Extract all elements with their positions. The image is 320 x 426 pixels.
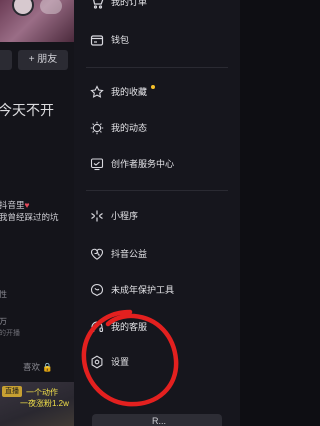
video-title-line-2: 一夜涨粉1.2w	[20, 399, 69, 408]
bio-text-1: 抖音里	[0, 200, 25, 210]
menu-item-label: 我的客服	[111, 322, 148, 332]
menu-divider	[86, 190, 228, 191]
menu-item-wallet[interactable]: 钱包	[74, 30, 240, 52]
side-drawer-menu: 我的订单 钱包 我的收藏 我的动态 创作者服务中心 小程序 抖音公益 未成年保护…	[74, 0, 240, 426]
menu-item-label: 小程序	[111, 211, 139, 221]
video-tag: 直播	[2, 386, 22, 397]
minor-protection-icon	[90, 283, 104, 297]
profile-page-backdrop[interactable]: + 朋友 今天不开 抖音里♥ 我曾经踩过的坑 性 万 的开播 喜欢 🔒 直播 一…	[0, 0, 74, 426]
menu-item-orders[interactable]: 我的订单	[74, 0, 240, 14]
menu-item-label: 我的动态	[111, 123, 148, 133]
menu-item-customer-service[interactable]: 我的客服	[74, 317, 240, 339]
menu-item-label: 我的订单	[111, 0, 148, 7]
menu-item-label: 抖音公益	[111, 249, 148, 259]
wallet-icon	[90, 33, 104, 47]
profile-bio-line-2: 我曾经踩过的坑	[0, 212, 59, 222]
mini-program-icon	[90, 209, 104, 223]
edit-profile-button	[0, 50, 12, 70]
menu-item-charity[interactable]: 抖音公益	[74, 244, 240, 266]
bottom-action-label: R...	[152, 416, 167, 426]
likes-tab-label: 喜欢	[23, 362, 41, 372]
menu-item-minor-protection[interactable]: 未成年保护工具	[74, 280, 240, 302]
settings-icon	[90, 355, 104, 369]
profile-gender-tag: 性	[0, 290, 7, 299]
menu-item-label: 钱包	[111, 35, 130, 45]
activity-icon	[90, 121, 104, 135]
menu-item-label: 我的收藏	[111, 87, 148, 97]
creator-center-icon	[90, 157, 104, 171]
menu-divider	[86, 67, 228, 68]
menu-item-settings[interactable]: 设置	[74, 352, 240, 374]
profile-menu-button	[40, 0, 62, 14]
notification-dot	[151, 85, 155, 89]
lock-icon: 🔒	[42, 362, 53, 372]
menu-item-label: 创作者服务中心	[111, 159, 175, 169]
video-thumbnail: 直播 一个动作 一夜涨粉1.2w	[0, 382, 74, 426]
menu-item-label: 设置	[111, 357, 130, 367]
menu-item-activity[interactable]: 我的动态	[74, 118, 240, 140]
menu-item-mini-programs[interactable]: 小程序	[74, 206, 240, 228]
charity-icon	[90, 247, 104, 261]
star-icon	[90, 85, 104, 99]
video-title-line-1: 一个动作	[26, 388, 58, 397]
menu-item-favorites[interactable]: 我的收藏	[74, 82, 240, 104]
heart-icon: ♥	[24, 200, 30, 210]
profile-stat-count: 万	[0, 317, 7, 326]
menu-item-label: 未成年保护工具	[111, 285, 175, 295]
menu-item-creator-center[interactable]: 创作者服务中心	[74, 154, 240, 176]
bottom-action-button[interactable]: R...	[92, 414, 222, 426]
headset-icon	[90, 320, 104, 334]
profile-bio-line-1: 抖音里♥	[0, 199, 30, 211]
profile-stat-label: 的开播	[0, 330, 20, 337]
cart-icon	[90, 0, 104, 9]
add-friend-button: + 朋友	[18, 50, 68, 70]
tab-likes: 喜欢 🔒	[23, 361, 53, 373]
profile-motto: 今天不开	[0, 102, 54, 118]
